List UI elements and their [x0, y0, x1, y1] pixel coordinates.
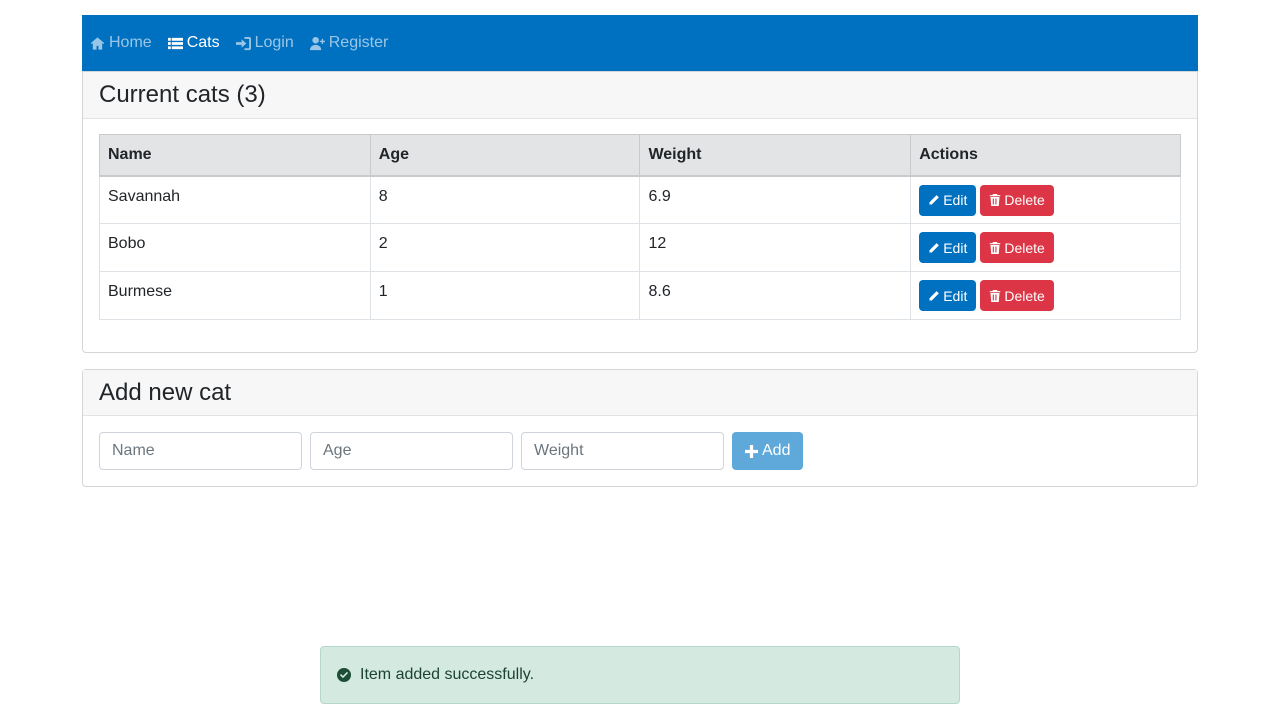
edit-button[interactable]: Edit [919, 280, 977, 311]
column-header-actions: Actions [910, 134, 1181, 177]
edit-button[interactable]: Edit [919, 232, 977, 263]
pencil-icon [928, 195, 940, 206]
delete-button[interactable]: Delete [980, 280, 1054, 311]
trash-icon [990, 194, 1001, 206]
column-header-weight: Weight [639, 134, 912, 177]
current-cats-title: Current cats (3) [99, 81, 266, 108]
add-cat-form: Add [99, 432, 804, 470]
current-cats-card: Current cats (3) Name Age Weight Actions… [82, 71, 1198, 353]
home-icon [90, 36, 105, 50]
nav-register[interactable]: Register [309, 34, 389, 52]
table-row: Burmese 1 8.6 Edit Delete [99, 271, 1181, 320]
delete-button[interactable]: Delete [980, 232, 1054, 263]
actions-cell: Edit Delete [910, 175, 1181, 224]
success-alert: Item added successfully. [320, 646, 960, 704]
current-cats-header: Current cats (3) [83, 72, 1197, 119]
edit-button-label: Edit [943, 192, 968, 208]
cat-age-cell: 1 [369, 271, 641, 320]
nav-home[interactable]: Home [90, 34, 152, 52]
pencil-icon [928, 242, 940, 254]
nav-cats-label: Cats [186, 34, 220, 51]
column-header-age: Age [369, 134, 641, 177]
add-cat-title: Add new cat [99, 378, 232, 406]
delete-button-label: Delete [1004, 239, 1045, 256]
name-input[interactable] [99, 432, 302, 470]
cat-weight-cell: 12 [639, 223, 912, 272]
add-button-label: Add [762, 442, 791, 459]
nav-login[interactable]: Login [235, 34, 294, 52]
cat-name-cell: Bobo [99, 223, 371, 272]
cats-table: Name Age Weight Actions Savannah 8 6.9 E… [99, 134, 1181, 320]
table-header-row: Name Age Weight Actions [99, 134, 1181, 177]
weight-input[interactable] [521, 432, 724, 470]
navbar: Home Cats Login Register [82, 15, 1198, 71]
check-circle-icon [337, 668, 351, 682]
plus-icon [745, 444, 758, 458]
add-cat-card: Add new cat Add [82, 369, 1198, 487]
cat-age-cell: 8 [369, 175, 641, 224]
nav-home-label: Home [109, 34, 152, 51]
delete-button-label: Delete [1004, 287, 1045, 304]
cat-name-cell: Burmese [99, 271, 371, 320]
trash-icon [990, 289, 1001, 302]
edit-button[interactable]: Edit [919, 184, 977, 216]
actions-cell: Edit Delete [910, 271, 1181, 320]
cat-weight-cell: 8.6 [639, 271, 912, 320]
cat-age-cell: 2 [369, 223, 641, 272]
add-button[interactable]: Add [732, 432, 804, 470]
cat-weight-cell: 6.9 [639, 175, 912, 224]
trash-icon [990, 241, 1001, 254]
nav-register-label: Register [328, 34, 389, 51]
user-plus-icon [309, 36, 325, 50]
pencil-icon [928, 290, 940, 302]
edit-button-label: Edit [943, 239, 968, 256]
nav-cats[interactable]: Cats [167, 34, 220, 52]
column-header-name: Name [99, 134, 371, 177]
cat-name-cell: Savannah [99, 175, 371, 224]
delete-button[interactable]: Delete [980, 184, 1054, 216]
age-input[interactable] [310, 432, 513, 470]
sign-in-icon [235, 36, 251, 50]
delete-button-label: Delete [1004, 192, 1045, 208]
alert-message: Item added successfully. [360, 666, 535, 683]
table-row: Savannah 8 6.9 Edit Delete [99, 175, 1181, 224]
list-icon [167, 37, 183, 49]
add-cat-header: Add new cat [83, 370, 1197, 416]
actions-cell: Edit Delete [910, 223, 1181, 272]
table-row: Bobo 2 12 Edit Delete [99, 223, 1181, 272]
nav-login-label: Login [254, 34, 294, 51]
edit-button-label: Edit [943, 287, 968, 304]
